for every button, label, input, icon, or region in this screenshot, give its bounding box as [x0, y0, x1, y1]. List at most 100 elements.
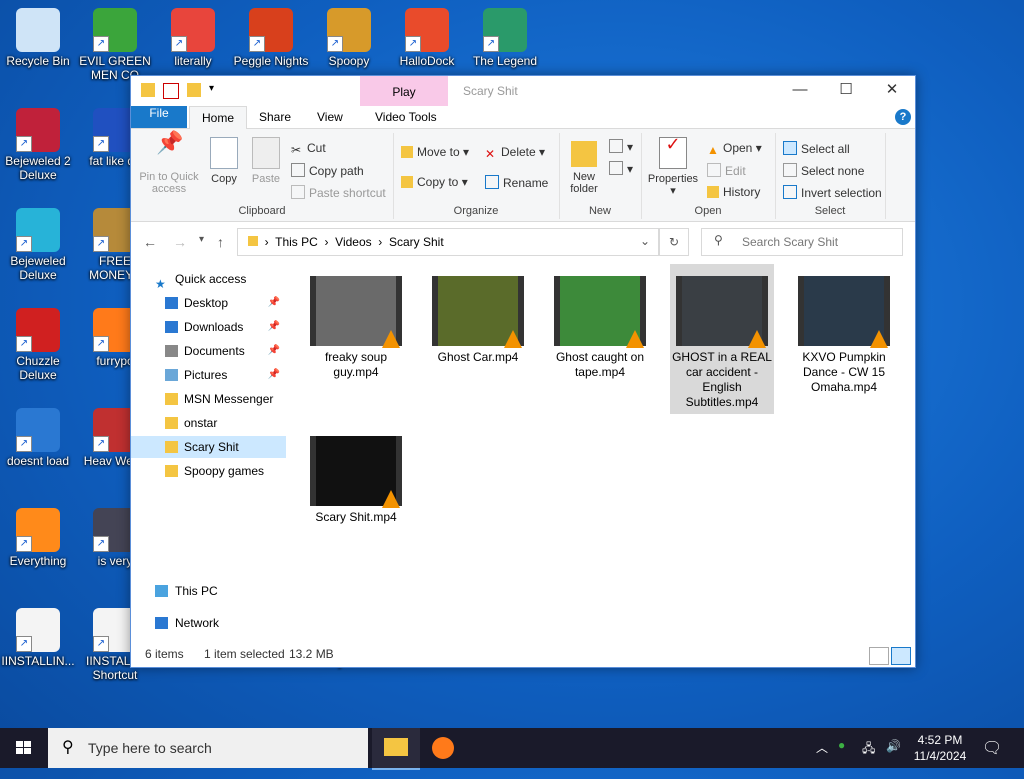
network-icon — [155, 617, 168, 629]
tab-view[interactable]: View — [305, 106, 355, 128]
move-to-button[interactable]: Move to ▾ — [401, 145, 469, 159]
file-list: freaky soup guy.mp4 Ghost Car.mp4 Ghost ca… — [296, 264, 915, 644]
desktop-icon[interactable]: ↗ doesnt load — [0, 404, 76, 468]
desktop-icon[interactable]: ↗ Chuzzle Deluxe — [0, 304, 76, 382]
volume-icon[interactable]: 🔊 — [886, 739, 901, 779]
nav-item[interactable]: Pictures 📌 — [131, 364, 286, 386]
taskbar-search[interactable]: ⚲ Type here to search — [48, 728, 368, 768]
easy-access-button[interactable]: ▾ — [609, 161, 633, 176]
address-bar[interactable]: › This PC › Videos › Scary Shit ⌄ — [237, 228, 659, 256]
start-button[interactable] — [0, 728, 48, 768]
status-bar: 6 items 1 item selected 13.2 MB — [131, 643, 915, 667]
paste-button[interactable]: Paste — [247, 137, 285, 185]
network-tray-icon[interactable]: 🖧 — [862, 739, 875, 779]
properties-button[interactable]: ✓ Properties ▾ — [645, 135, 701, 197]
nav-this-pc[interactable]: This PC — [131, 580, 286, 602]
rename-button[interactable]: Rename — [485, 175, 548, 190]
nav-item[interactable]: Scary Shit — [131, 436, 286, 458]
copy-to-button[interactable]: Copy to ▾ — [401, 175, 468, 189]
pin-quick-access-button[interactable]: 📌 Pin to Quick access — [137, 132, 201, 196]
firefox-taskbar-icon[interactable] — [420, 728, 468, 768]
help-icon[interactable]: ? — [895, 109, 911, 125]
copy-button[interactable]: Copy — [205, 137, 243, 185]
select-all-button[interactable]: Select all — [783, 141, 850, 156]
desktop-icon[interactable]: Recycle Bin — [0, 4, 76, 68]
large-icons-view-icon[interactable] — [891, 647, 911, 665]
file-explorer-taskbar-icon[interactable] — [372, 728, 420, 770]
cut-button[interactable]: ✂ Cut — [291, 141, 326, 157]
video-thumbnail — [554, 276, 646, 348]
up-arrow-icon[interactable]: ↑ — [217, 234, 224, 250]
edit-button[interactable]: Edit — [707, 163, 746, 178]
pin-icon[interactable]: 📌 — [268, 292, 280, 314]
address-dropdown-icon[interactable]: ⌄ — [640, 234, 650, 248]
tab-home[interactable]: Home — [189, 106, 248, 130]
new-folder-qat-icon[interactable] — [187, 83, 201, 97]
desktop-icon[interactable]: ↗ HalloDock — [389, 4, 465, 68]
notifications-icon[interactable]: 🗨 — [982, 738, 1002, 778]
nav-item[interactable]: MSN Messenger — [131, 388, 286, 410]
invert-selection-button[interactable]: Invert selection — [783, 185, 882, 200]
close-button[interactable]: ✕ — [869, 76, 915, 106]
nav-item[interactable]: Spoopy games — [131, 460, 286, 482]
delete-button[interactable]: ✕ Delete ▾ — [485, 145, 545, 161]
tab-share[interactable]: Share — [247, 106, 303, 128]
desktop-icon[interactable]: ↗ The Legend — [467, 4, 543, 68]
pin-icon[interactable]: 📌 — [268, 316, 280, 338]
tab-video-tools[interactable]: Video Tools — [363, 106, 449, 128]
crumb-videos[interactable]: Videos — [335, 235, 371, 249]
desktop-icon[interactable]: ↗ Bejeweled Deluxe — [0, 204, 76, 282]
nav-network[interactable]: Network — [131, 612, 286, 634]
file-item[interactable]: Ghost caught on tape.mp4 — [548, 272, 652, 380]
shortcut-arrow-icon: ↗ — [16, 436, 32, 452]
open-button[interactable]: ▲ Open ▾ — [707, 141, 762, 157]
nav-item[interactable]: onstar — [131, 412, 286, 434]
show-hidden-icons-chevron-icon[interactable]: ︿ — [816, 739, 828, 779]
nav-item[interactable]: Downloads 📌 — [131, 316, 286, 338]
desktop-icon[interactable]: ↗ Spoopy — [311, 4, 387, 68]
file-item[interactable]: Ghost Car.mp4 — [426, 272, 530, 365]
desktop-icon[interactable]: ↗ IINSTALLIN... — [0, 604, 76, 668]
refresh-icon[interactable]: ↻ — [659, 228, 689, 256]
nav-quick-access[interactable]: ★ Quick access — [131, 268, 286, 291]
desktop-icon[interactable]: ↗ Bejeweled 2 Deluxe — [0, 104, 76, 182]
history-button[interactable]: History — [707, 185, 760, 199]
file-item[interactable]: KXVO Pumpkin Dance - CW 15 Omaha.mp4 — [792, 272, 896, 395]
search-box[interactable]: ⚲ Search Scary Shit — [701, 228, 903, 256]
new-folder-button[interactable]: New folder — [563, 137, 605, 195]
maximize-button[interactable]: ☐ — [823, 76, 869, 106]
copy-path-button[interactable]: Copy path — [291, 163, 364, 178]
crumb-scary-shit[interactable]: Scary Shit — [389, 235, 444, 249]
tab-play-context[interactable]: Play — [360, 76, 448, 106]
recent-locations-chevron-icon[interactable]: ▾ — [199, 234, 204, 245]
nav-item[interactable]: Desktop 📌 — [131, 292, 286, 314]
paste-shortcut-button[interactable]: Paste shortcut — [291, 185, 386, 200]
nav-network-label: Network — [175, 616, 220, 630]
desktop-icon[interactable]: ↗ literally — [155, 4, 231, 68]
move-to-icon — [401, 146, 413, 158]
desktop-icon[interactable]: ↗ Peggle Nights — [233, 4, 309, 68]
minimize-button[interactable]: — — [777, 76, 823, 106]
forward-arrow-icon[interactable]: → — [173, 234, 187, 250]
file-item[interactable]: GHOST in a REAL car accident - English S… — [670, 264, 774, 414]
title-bar[interactable]: ▾ Play Scary Shit — ☐ ✕ — [131, 76, 915, 106]
back-arrow-icon[interactable]: ← — [143, 234, 157, 250]
select-none-button[interactable]: Select none — [783, 163, 864, 178]
nav-item[interactable]: Documents 📌 — [131, 340, 286, 362]
shortcut-arrow-icon: ↗ — [93, 336, 109, 352]
desktop-icon[interactable]: ↗ Everything — [0, 504, 76, 568]
file-item[interactable]: Scary Shit.mp4 — [304, 432, 408, 525]
tab-file[interactable]: File — [131, 106, 187, 128]
pin-icon[interactable]: 📌 — [268, 340, 280, 362]
file-item[interactable]: freaky soup guy.mp4 — [304, 272, 408, 380]
customize-qat-icon[interactable]: ▾ — [209, 83, 223, 97]
pin-icon[interactable]: 📌 — [268, 364, 280, 386]
details-view-icon[interactable] — [869, 647, 889, 665]
crumb-this-pc[interactable]: This PC — [275, 235, 318, 249]
bejeweled-icon: ↗ — [16, 208, 60, 252]
user-tray-icon[interactable]: ● — [838, 738, 845, 778]
clock[interactable]: 4:52 PM 11/4/2024 — [910, 732, 970, 764]
desktop-icon[interactable]: ↗ EVIL GREEN MEN CO — [77, 4, 153, 82]
new-item-button[interactable]: ▾ — [609, 139, 633, 154]
properties-qat-icon[interactable] — [163, 83, 179, 99]
